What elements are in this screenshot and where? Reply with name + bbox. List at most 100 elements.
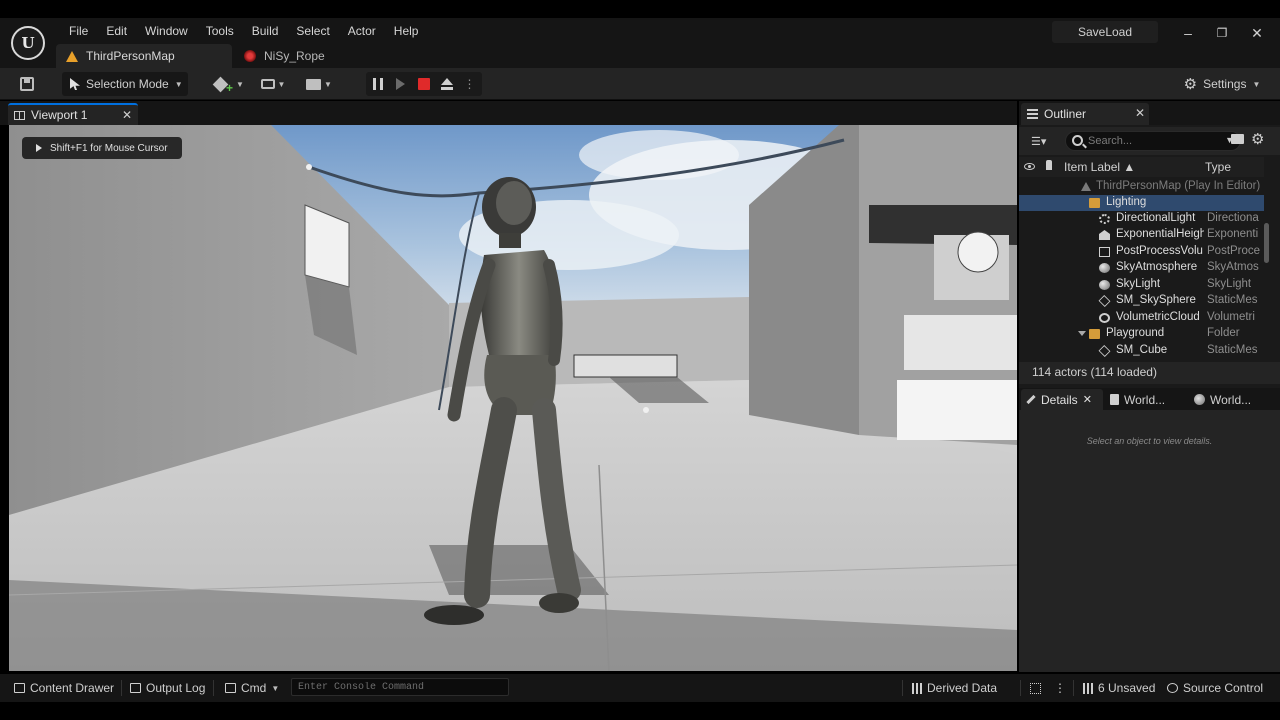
unreal-logo-icon[interactable]: U [11, 26, 45, 60]
menu-help[interactable]: Help [385, 22, 428, 40]
cinematics-button[interactable]: ▼ [302, 72, 336, 96]
restore-button[interactable]: ❐ [1210, 24, 1234, 42]
outliner-row-label: DirectionalLight [1116, 212, 1196, 224]
map-icon [1110, 394, 1119, 405]
main-toolbar: Selection Mode ▼ + ▼ ▼ ▼ ⋮ ⚙ Settings ▼ [0, 68, 1280, 100]
folder-icon [1089, 198, 1100, 208]
advance-frame-button[interactable] [389, 72, 412, 96]
unsaved-button[interactable]: 6 Unsaved [1083, 679, 1155, 697]
add-folder-icon[interactable] [1231, 134, 1244, 144]
tab-thirdpersonmap-label: ThirdPersonMap [86, 49, 175, 63]
tab-nisy-rope[interactable]: NiSy_Rope [234, 44, 335, 68]
column-type[interactable]: Type [1205, 160, 1231, 174]
statusbar-more-button[interactable]: ⋮ [1054, 679, 1066, 697]
mouse-cursor-hint: Shift+F1 for Mouse Cursor [22, 137, 182, 159]
derived-data-button[interactable]: Derived Data [912, 679, 997, 697]
outliner-row-directionallight[interactable]: DirectionalLight Directiona [1019, 211, 1264, 227]
tab-world-settings[interactable]: World... [1189, 389, 1271, 410]
chevron-down-icon: ▼ [271, 683, 280, 693]
outliner-row-type: SkyAtmos [1207, 261, 1259, 273]
outliner-row-sm-cube[interactable]: SM_Cube StaticMes [1019, 343, 1264, 359]
outliner-row-sm-skysphere[interactable]: SM_SkySphere StaticMes [1019, 293, 1264, 309]
content-drawer-button[interactable]: Content Drawer [14, 679, 114, 697]
globe-icon [1194, 394, 1205, 405]
pause-button[interactable] [366, 72, 389, 96]
outliner-scrollbar[interactable] [1264, 179, 1270, 360]
outliner-search-input[interactable] [1088, 134, 1218, 148]
tab-world-partition[interactable]: World... [1105, 389, 1187, 410]
close-window-button[interactable]: ✕ [1245, 24, 1269, 42]
output-log-label: Output Log [146, 681, 206, 695]
menu-select[interactable]: Select [287, 22, 338, 40]
pin-icon[interactable] [1046, 160, 1052, 170]
output-log-button[interactable]: Output Log [130, 679, 205, 697]
eye-icon[interactable] [1024, 163, 1035, 170]
outliner-row-type: SkyLight [1207, 278, 1252, 290]
unsaved-icon [1083, 682, 1093, 694]
search-icon [1072, 135, 1083, 146]
outliner-row-label: SM_Cube [1116, 344, 1168, 356]
settings-button[interactable]: ⚙ Settings ▼ [1182, 72, 1262, 96]
expand-arrow-icon[interactable] [1078, 331, 1086, 336]
outliner-search[interactable]: ▼ [1065, 131, 1241, 151]
menu-tools[interactable]: Tools [197, 22, 243, 40]
outliner-tab-bar: Outliner ✕ [1019, 101, 1280, 125]
filter-icon[interactable]: ☰▾ [1031, 135, 1046, 148]
menu-actor[interactable]: Actor [339, 22, 385, 40]
menu-file[interactable]: File [60, 22, 97, 40]
outliner-row-type: Exponenti [1207, 228, 1259, 240]
console-command-input[interactable] [291, 678, 509, 696]
content-drawer-icon [14, 683, 25, 693]
outliner-row-skyatmosphere[interactable]: SkyAtmosphere SkyAtmos [1019, 260, 1264, 276]
outliner-row-label: SM_SkySphere [1116, 294, 1196, 306]
blueprint-button[interactable]: ▼ [256, 72, 290, 96]
eject-button[interactable] [435, 72, 458, 96]
stop-button[interactable] [412, 72, 435, 96]
minimize-button[interactable]: – [1176, 24, 1200, 42]
outliner-row-exponentialheightfog[interactable]: ExponentialHeigh Exponenti [1019, 227, 1264, 243]
tab-thirdpersonmap[interactable]: ThirdPersonMap [56, 44, 232, 68]
menu-edit[interactable]: Edit [97, 22, 136, 40]
save-icon [20, 77, 34, 91]
save-button[interactable] [16, 72, 38, 96]
cursor-icon [70, 78, 80, 90]
details-tab-label: Details [1041, 392, 1078, 407]
close-icon[interactable]: ✕ [122, 108, 132, 122]
trace-button[interactable] [1030, 679, 1041, 697]
outliner-scrollbar-thumb[interactable] [1264, 223, 1269, 263]
tab-details[interactable]: Details ✕ [1021, 389, 1103, 410]
mesh-icon [1098, 295, 1111, 307]
outliner-row-volumetriccloud[interactable]: VolumetricCloud Volumetri [1019, 310, 1264, 326]
derived-data-icon [912, 682, 922, 694]
close-icon[interactable]: ✕ [1083, 393, 1092, 406]
title-bar: U File Edit Window Tools Build Select Ac… [0, 18, 1280, 68]
project-name: SaveLoad [1052, 21, 1158, 43]
cmd-dropdown[interactable]: Cmd ▼ [225, 679, 279, 697]
outliner-row-lighting[interactable]: Lighting [1019, 195, 1264, 211]
outliner-row-postprocessvolume[interactable]: PostProcessVolu PostProce [1019, 244, 1264, 260]
tab-outliner[interactable]: Outliner ✕ [1021, 103, 1149, 125]
tab-viewport-1[interactable]: Viewport 1 ✕ [8, 103, 138, 125]
level-viewport[interactable]: Shift+F1 for Mouse Cursor [9, 125, 1017, 671]
add-actor-button[interactable]: + ▼ [212, 72, 246, 96]
gear-icon[interactable]: ⚙ [1251, 130, 1264, 148]
menu-build[interactable]: Build [243, 22, 288, 40]
fog-icon [1099, 230, 1110, 240]
outliner-header: Item Label ▲ Type [1019, 157, 1264, 177]
close-icon[interactable]: ✕ [1135, 106, 1145, 120]
chevron-down-icon: ▼ [1252, 79, 1261, 89]
outliner-row-type: StaticMes [1207, 344, 1258, 356]
column-item-label[interactable]: Item Label ▲ [1064, 160, 1135, 174]
play-options-button[interactable]: ⋮ [458, 72, 481, 96]
outliner-row-playground[interactable]: Playground Folder [1019, 326, 1264, 342]
source-control-button[interactable]: Source Control [1167, 679, 1263, 697]
outliner-row-world[interactable]: ThirdPersonMap (Play In Editor) [1019, 179, 1264, 195]
world-icon [1081, 182, 1091, 191]
gear-icon: ⚙ [1183, 76, 1198, 93]
chevron-down-icon: ▼ [324, 79, 332, 89]
outliner-row-label: SkyAtmosphere [1116, 261, 1198, 273]
outliner-row-skylight[interactable]: SkyLight SkyLight [1019, 277, 1264, 293]
selection-mode-dropdown[interactable]: Selection Mode ▼ [62, 72, 188, 96]
menu-window[interactable]: Window [136, 22, 197, 40]
outliner-row-label: SkyLight [1116, 278, 1161, 290]
